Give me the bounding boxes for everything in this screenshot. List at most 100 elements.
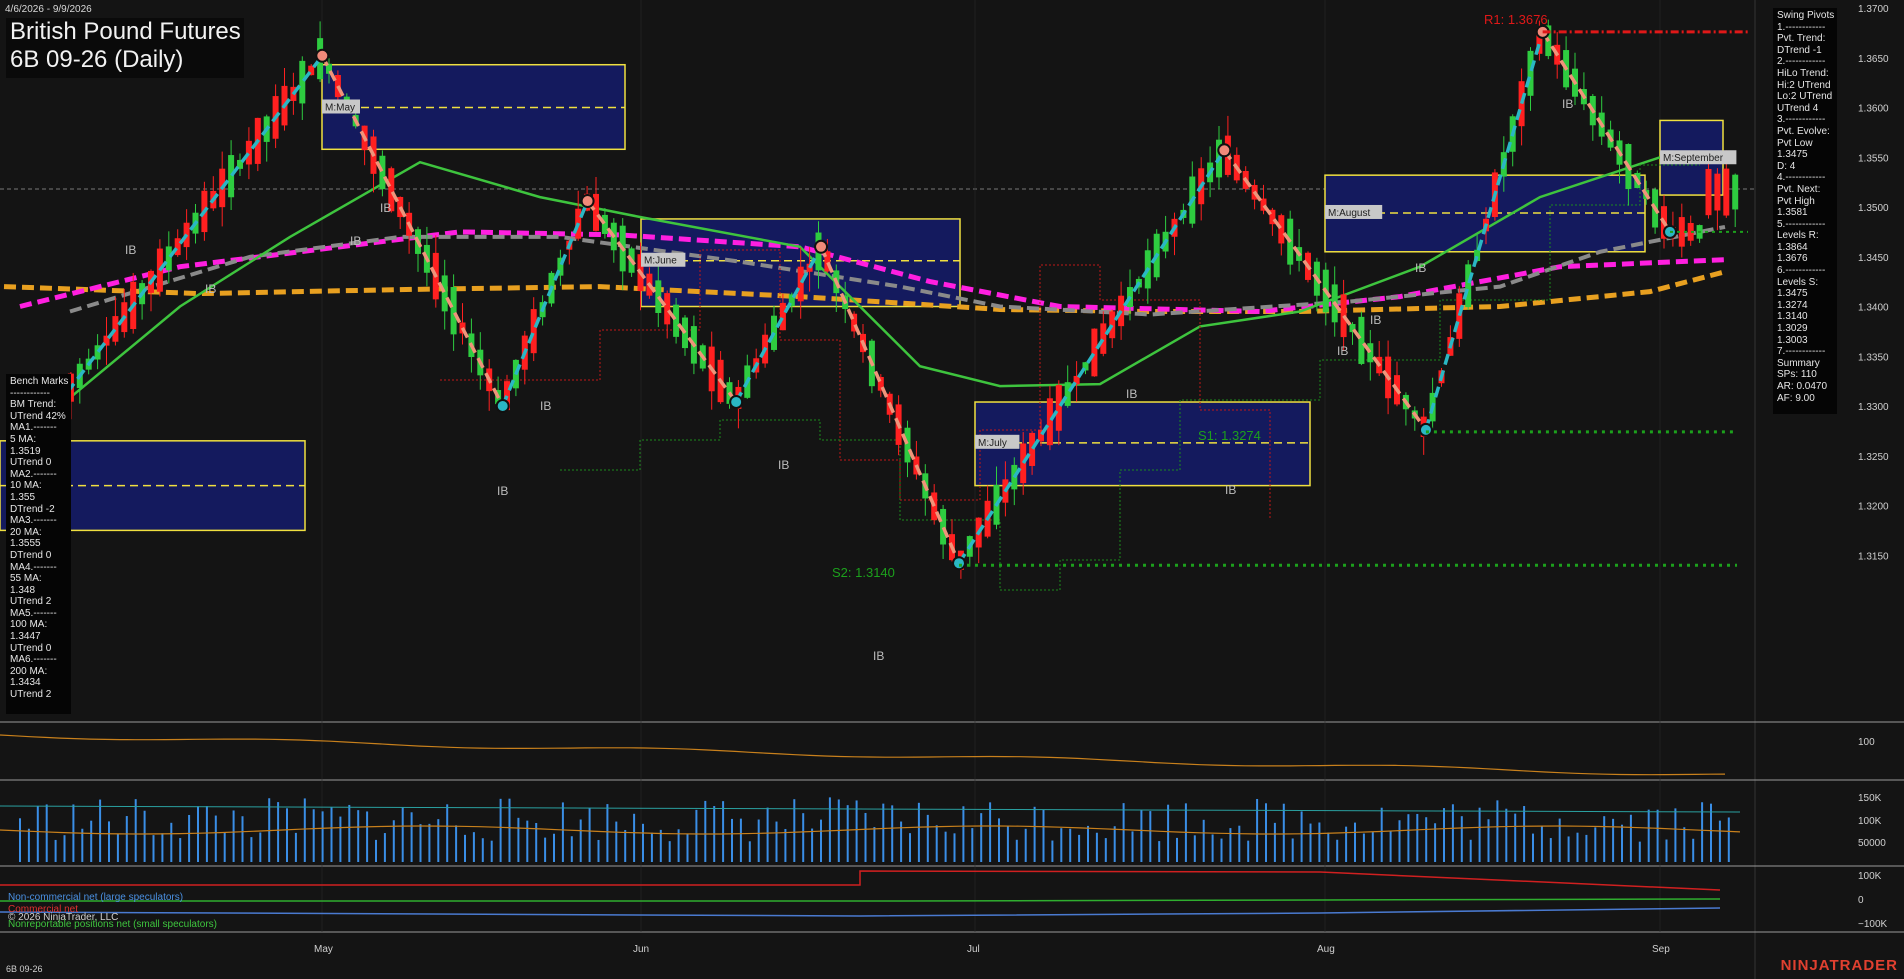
pivot-high-marker [315,48,330,63]
bench-line: DTrend -2 [10,503,55,515]
pivots-line: Swing Pivots [1777,10,1835,21]
pivots-line: Levels S: [1777,276,1819,288]
candle-body [904,427,911,463]
pivots-line: 1.3475 [1777,149,1808,161]
candle-body [1029,432,1036,466]
s2-label: S2: 1.3140 [832,565,895,580]
pivot-low-marker [952,556,967,571]
pivots-line: 1.3140 [1777,311,1808,323]
time-tick-label: Sep [1652,944,1670,955]
pivots-line: 1.3475 [1777,288,1808,300]
inside-bar-label: IB [1370,313,1381,327]
inside-bar-label: IB [380,201,391,215]
pivots-line: 1.3864 [1777,241,1808,253]
pivots-line: 1.3676 [1777,253,1808,265]
s1-label: S1: 1.3274 [1198,428,1261,443]
cot-tick-label: −100K [1858,919,1888,930]
bench-line: 55 MA: [10,573,42,585]
candle-body [1100,323,1107,354]
candle-body [1109,311,1116,339]
pivots-line: SPs: 110 [1777,369,1817,381]
pivots-line: Lo:2 UTrend [1777,91,1833,103]
pivots-line: 2.------------ [1777,56,1826,68]
candle-body [1518,81,1525,127]
inside-bar-label: IB [1562,97,1573,111]
bench-line: ------------ [10,387,50,399]
bench-line: 20 MA: [10,526,42,538]
price-tick-label: 1.3350 [1858,352,1889,363]
pivots-line: Pvt. Trend: [1777,33,1826,45]
bench-line: MA5.------- [10,607,57,619]
candle-body [1278,215,1285,244]
cot-tick-label: 100K [1858,871,1882,882]
bench-line: 1.3555 [10,538,41,550]
price-tick-label: 1.3150 [1858,551,1889,562]
price-tick-label: 1.3400 [1858,303,1889,314]
bench-line: BM Trend: [10,399,57,411]
pivots-line: 1.3029 [1777,323,1808,335]
cot-nonreportable-line [0,898,1721,902]
candle-body [1064,382,1071,406]
candle-body [1714,173,1721,211]
pivots-line: 1.3003 [1777,334,1808,346]
candle-body [441,275,448,312]
pivots-line: 1.3581 [1777,207,1808,219]
bench-line: 10 MA: [10,480,42,492]
pivot-high-marker [814,239,829,254]
candle-body [1091,328,1098,377]
inside-bar-label: IB [497,484,508,498]
candle-body [450,287,457,335]
month-label: M:August [1328,208,1370,219]
time-tick-label: Aug [1317,944,1335,955]
inside-bar-label: IB [1126,387,1137,401]
candle-body [1456,293,1463,339]
inside-bar-label: IB [778,458,789,472]
volume-tick-label: 100K [1858,816,1882,827]
bench-line: MA6.------- [10,654,57,666]
pivots-line: 1.3274 [1777,299,1808,311]
ninjatrader-logo: NINJATRADER [1780,957,1898,974]
price-chart[interactable]: M:May M:June M:July M:August M:September R1: … [0,0,1904,979]
inside-bar-label: IB [873,649,884,663]
candle-body [1723,168,1730,216]
inside-bar-label: IB [125,243,136,257]
price-tick-label: 1.3300 [1858,402,1889,413]
inside-bar-label: IB [1337,344,1348,358]
pivots-line: HiLo Trend: [1777,67,1829,79]
bench-line: UTrend 0 [10,457,52,469]
time-tick-label: Jul [967,944,980,955]
pivots-line: 4.------------ [1777,172,1826,184]
time-axis: May Jun Jul Aug Sep [314,944,1670,955]
candle-body [1358,316,1365,364]
pivots-line: 3.------------ [1777,114,1826,126]
bench-line: MA3.------- [10,515,57,527]
price-tick-label: 1.3600 [1858,104,1889,115]
inside-bar-label: IB [205,282,216,296]
title-instrument: British Pound Futures [10,18,241,45]
month-label: M:June [644,256,677,267]
pivots-line: AR: 0.0470 [1777,381,1828,392]
candle-body [1465,264,1472,308]
candle-body [931,492,938,521]
r1-label: R1: 1.3676 [1484,12,1548,27]
bench-line: MA2.------- [10,468,57,480]
candle-body [1020,443,1027,484]
price-tick-label: 1.3550 [1858,153,1889,164]
cot-legend-noncommercial: Non-commercial net (large speculators) [8,892,184,903]
cot-commercial-line [0,870,1721,891]
pivots-line: Pvt. Evolve: [1777,125,1830,137]
bench-line: UTrend 0 [10,642,52,654]
bench-line: MA4.------- [10,561,57,573]
candle-body [664,293,671,325]
candle-body [940,508,947,545]
bench-marks-panel: Bench Marks ------------ BM Trend: UTrend 4… [6,374,71,714]
candle-body [1732,174,1739,210]
cot-tick-label: 0 [1858,895,1864,906]
candle-body [1527,50,1534,96]
footer-symbol: 6B 09-26 [6,964,43,974]
price-tick-label: 1.3250 [1858,452,1889,463]
bench-line: 1.348 [10,584,36,596]
pivots-line: 5.------------ [1777,218,1826,230]
bench-line: DTrend 0 [10,549,52,561]
bench-line: UTrend 2 [10,596,52,608]
